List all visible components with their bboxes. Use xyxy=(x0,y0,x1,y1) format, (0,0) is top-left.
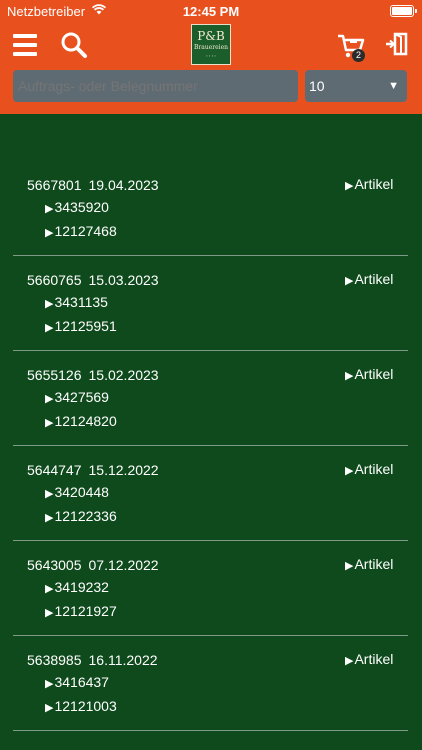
count-select-value: 10 xyxy=(309,78,325,94)
reference-link[interactable]: ▶12122336 xyxy=(45,508,117,524)
reference-link[interactable]: ▶12127468 xyxy=(45,223,117,239)
order-number: 5643005 xyxy=(27,557,82,573)
order-date: 16.11.2022 xyxy=(88,652,158,668)
artikel-link[interactable]: ▶Artikel xyxy=(345,271,393,287)
play-triangle-icon: ▶ xyxy=(45,227,54,239)
order-date: 15.12.2022 xyxy=(88,462,159,478)
order-list: 5667801 19.04.2023 ▶Artikel ▶3435920 ▶121… xyxy=(0,160,422,731)
reference-link[interactable]: ▶3419232 xyxy=(45,579,109,595)
menu-icon xyxy=(13,34,37,38)
order-date: 15.02.2023 xyxy=(88,367,159,383)
brand-logo: P&B Brauereien • • • • xyxy=(191,24,231,65)
order-date: 15.03.2023 xyxy=(88,272,159,288)
logout-icon[interactable] xyxy=(386,32,408,56)
order-date: 07.12.2022 xyxy=(88,557,159,573)
play-triangle-icon: ▶ xyxy=(345,655,354,667)
search-icon[interactable] xyxy=(60,31,88,59)
reference-link[interactable]: ▶12124820 xyxy=(45,413,117,429)
search-input[interactable] xyxy=(13,70,298,102)
order-item: 5643005 07.12.2022 ▶Artikel ▶3419232 ▶121… xyxy=(0,540,422,636)
order-number: 5667801 xyxy=(27,177,82,193)
reference-link[interactable]: ▶3431135 xyxy=(45,294,108,310)
order-number: 5660765 xyxy=(27,272,82,288)
order-item: 5638985 16.11.2022 ▶Artikel ▶3416437 ▶121… xyxy=(0,635,422,731)
reference-link[interactable]: ▶3435920 xyxy=(45,199,109,215)
artikel-link[interactable]: ▶Artikel xyxy=(345,176,393,192)
artikel-link[interactable]: ▶Artikel xyxy=(345,651,393,667)
order-number: 5655126 xyxy=(27,367,82,383)
reference-link[interactable]: ▶12121003 xyxy=(45,698,117,714)
reference-link[interactable]: ▶12121927 xyxy=(45,603,117,619)
reference-link[interactable]: ▶3416437 xyxy=(45,674,109,690)
order-item: 5644747 15.12.2022 ▶Artikel ▶3420448 ▶121… xyxy=(0,445,422,541)
play-triangle-icon: ▶ xyxy=(45,417,54,429)
order-item: 5667801 19.04.2023 ▶Artikel ▶3435920 ▶121… xyxy=(0,160,422,256)
play-triangle-icon: ▶ xyxy=(345,465,354,477)
play-triangle-icon: ▶ xyxy=(45,702,54,714)
battery-icon xyxy=(390,5,417,17)
order-date: 19.04.2023 xyxy=(88,177,159,193)
artikel-link[interactable]: ▶Artikel xyxy=(345,461,393,477)
reference-link[interactable]: ▶3420448 xyxy=(45,484,109,500)
dropdown-arrow-icon: ▼ xyxy=(388,80,399,92)
order-number: 5644747 xyxy=(27,462,82,478)
cart-count-badge: 2 xyxy=(352,49,365,62)
play-triangle-icon: ▶ xyxy=(45,322,54,334)
play-triangle-icon: ▶ xyxy=(45,512,54,524)
count-select[interactable]: 10 ▼ xyxy=(305,70,407,102)
top-bar: Netzbetreiber 12:45 PM P&B Brauereien • … xyxy=(0,0,422,114)
play-triangle-icon: ▶ xyxy=(345,275,354,287)
status-bar: Netzbetreiber 12:45 PM xyxy=(0,0,422,22)
artikel-link[interactable]: ▶Artikel xyxy=(345,556,393,572)
artikel-link[interactable]: ▶Artikel xyxy=(345,366,393,382)
play-triangle-icon: ▶ xyxy=(45,393,54,405)
clock: 12:45 PM xyxy=(182,4,240,19)
reference-link[interactable]: ▶12125951 xyxy=(45,318,117,334)
order-item: 5660765 15.03.2023 ▶Artikel ▶3431135 ▶121… xyxy=(0,255,422,351)
play-triangle-icon: ▶ xyxy=(45,298,54,310)
reference-link[interactable]: ▶3427569 xyxy=(45,389,109,405)
play-triangle-icon: ▶ xyxy=(45,488,54,500)
play-triangle-icon: ▶ xyxy=(345,370,354,382)
order-item: 5655126 15.02.2023 ▶Artikel ▶3427569 ▶121… xyxy=(0,350,422,446)
play-triangle-icon: ▶ xyxy=(45,583,54,595)
menu-button[interactable] xyxy=(13,34,37,56)
order-number: 5638985 xyxy=(27,652,82,668)
play-triangle-icon: ▶ xyxy=(45,203,54,215)
play-triangle-icon: ▶ xyxy=(45,607,54,619)
divider xyxy=(13,730,408,731)
play-triangle-icon: ▶ xyxy=(45,678,54,690)
play-triangle-icon: ▶ xyxy=(345,180,354,192)
play-triangle-icon: ▶ xyxy=(345,560,354,572)
